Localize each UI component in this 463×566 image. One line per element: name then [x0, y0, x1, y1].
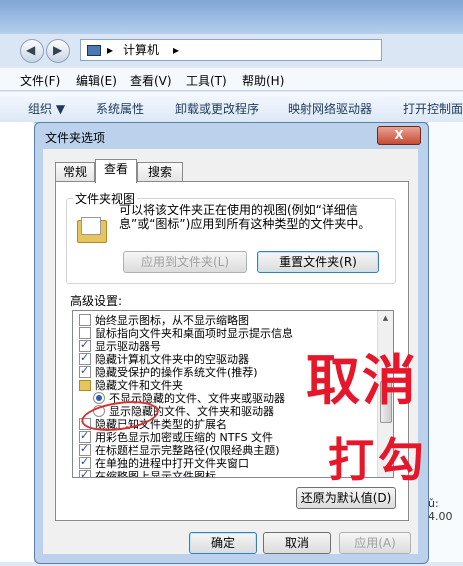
computer-icon — [87, 45, 101, 56]
menu-edit[interactable]: 编辑(E) — [76, 72, 117, 89]
explorer-titlebar — [0, 0, 463, 36]
tab-view[interactable]: 查看 — [95, 159, 137, 183]
apply-to-folders-button[interactable]: 应用到文件夹(L) — [123, 251, 247, 273]
organize-button[interactable]: 组织 ▼ — [28, 100, 65, 117]
breadcrumb-separator: ▸ — [107, 43, 114, 57]
map-network-drive-button[interactable]: 映射网络驱动器 — [288, 100, 372, 117]
folder-icon — [79, 380, 91, 391]
menu-bar: 文件(F) 编辑(E) 查看(V) 工具(T) 帮助(H) — [0, 68, 463, 91]
forward-arrow-icon: ▶ — [53, 43, 63, 57]
uninstall-program-button[interactable]: 卸载或更改程序 — [175, 100, 259, 117]
checkbox[interactable] — [79, 364, 91, 378]
list-item-label: 隐藏受保护的操作系统文件(推荐) — [95, 366, 258, 379]
checkbox[interactable] — [79, 314, 91, 326]
menu-view[interactable]: 查看(V) — [130, 72, 172, 89]
breadcrumb-chevron: ▸ — [173, 43, 180, 57]
content-pane — [428, 122, 463, 562]
apply-button[interactable]: 应用(A) — [339, 532, 411, 554]
scroll-up-icon[interactable]: ▲ — [378, 311, 393, 326]
back-button[interactable]: ◀ — [20, 39, 44, 63]
checkbox[interactable] — [79, 468, 91, 477]
restore-defaults-button[interactable]: 还原为默认值(D) — [296, 487, 396, 509]
close-icon: X — [394, 128, 404, 142]
radio-button[interactable] — [93, 392, 105, 404]
annotation-cancel: 取消 — [306, 348, 418, 412]
tab-general[interactable]: 常规 — [55, 162, 95, 182]
list-item-label: 用彩色显示加密或压缩的 NTFS 文件 — [95, 431, 274, 444]
back-arrow-icon: ◀ — [26, 43, 36, 57]
list-item-label: 隐藏文件和文件夹 — [95, 379, 183, 392]
address-input[interactable]: ▸ 计算机 ▸ — [80, 39, 382, 61]
menu-tools[interactable]: 工具(T) — [186, 72, 227, 89]
folder-views-group: 文件夹视图 可以将该文件夹正在使用的视图(例如“详细信息”或“图标”)应用到所有… — [66, 190, 396, 284]
system-properties-button[interactable]: 系统属性 — [96, 100, 144, 117]
menu-help[interactable]: 帮助(H) — [242, 72, 284, 89]
breadcrumb-computer[interactable]: 计算机 — [123, 40, 159, 60]
menu-file[interactable]: 文件(F) — [20, 72, 60, 89]
advanced-settings-label: 高级设置: — [70, 294, 123, 308]
close-button[interactable]: X — [377, 126, 421, 145]
list-item-label: 鼠标指向文件夹和桌面项时显示提示信息 — [95, 327, 293, 340]
cancel-button[interactable]: 取消 — [263, 532, 331, 554]
list-item-label: 显示驱动器号 — [95, 340, 161, 353]
open-control-panel-button[interactable]: 打开控制面 — [403, 100, 463, 117]
ok-button[interactable]: 确定 — [189, 532, 257, 554]
list-item-label: 始终显示图标，从不显示缩略图 — [95, 314, 249, 327]
dialog-title: 文件夹选项 — [45, 131, 106, 145]
group-description: 可以将该文件夹正在使用的视图(例如“详细信息”或“图标”)应用到所有这种类型的文… — [119, 203, 371, 231]
list-item-label: 在标题栏显示完整路径(仅限经典主题) — [95, 444, 280, 457]
list-item-label: 隐藏计算机文件夹中的空驱动器 — [95, 353, 249, 366]
status-text: ǔ: 4.00 — [428, 497, 453, 523]
reset-folders-button[interactable]: 重置文件夹(R) — [257, 251, 379, 273]
folder-view-icon — [77, 217, 107, 243]
tab-search[interactable]: 搜索 — [137, 162, 183, 182]
forward-button[interactable]: ▶ — [46, 39, 70, 63]
list-item-label: 在单独的进程中打开文件夹窗口 — [95, 457, 249, 470]
navigation-pane — [0, 122, 34, 562]
list-item-label: 在缩略图上显示文件图标 — [95, 470, 216, 478]
annotation-check: 打勾 — [328, 433, 428, 487]
command-bar: 组织 ▼ 系统属性 卸载或更改程序 映射网络驱动器 打开控制面 — [0, 92, 463, 123]
